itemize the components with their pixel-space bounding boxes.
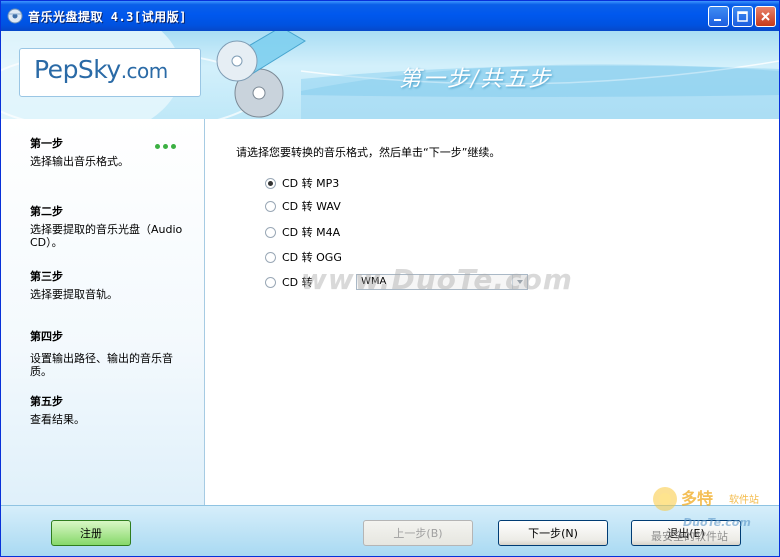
next-step-button[interactable]: 下一步(N) <box>498 520 608 546</box>
step-progress-title: 第一步/共五步 <box>399 67 553 92</box>
step-name: 第三步 <box>30 270 63 283</box>
option-label: CD 转 M4A <box>282 226 341 239</box>
radio-button[interactable] <box>265 200 276 212</box>
close-button[interactable] <box>755 6 776 27</box>
corner-slogan: 最安全的软件站 <box>651 530 728 543</box>
app-window: 音乐光盘提取 4.3[试用版] PepSky.com 第一步/共五步 第一步 选… <box>0 0 780 557</box>
maximize-button[interactable] <box>732 6 753 27</box>
disc-app-icon <box>7 8 23 24</box>
step-description: 设置输出路径、输出的音乐音质。 <box>30 352 173 378</box>
main-content: 请选择您要转换的音乐格式，然后单击“下一步”继续。 CD 转 MP3 CD 转 … <box>205 119 779 505</box>
step-name: 第二步 <box>30 205 63 218</box>
maximize-icon <box>737 11 748 22</box>
format-option-m4a[interactable]: CD 转 M4A <box>265 224 340 240</box>
register-button[interactable]: 注册 <box>51 520 131 546</box>
option-label: CD 转 MP3 <box>282 177 340 190</box>
radio-button[interactable] <box>265 251 276 263</box>
minimize-button[interactable] <box>708 6 729 27</box>
current-step-indicator <box>155 139 179 152</box>
step-description: 选择要提取音轨。 <box>30 288 118 301</box>
radio-button[interactable] <box>265 276 276 288</box>
step-3: 第三步 选择要提取音轨。 <box>30 270 200 301</box>
radio-button[interactable] <box>265 177 276 189</box>
step-name: 第五步 <box>30 395 63 408</box>
step-description: 查看结果。 <box>30 413 85 426</box>
header-banner: PepSky.com 第一步/共五步 <box>1 31 779 119</box>
step-2: 第二步 选择要提取的音乐光盘（Audio CD）。 <box>30 205 200 249</box>
step-5: 第五步 查看结果。 <box>30 395 200 426</box>
window-title: 音乐光盘提取 4.3[试用版] <box>28 10 187 24</box>
close-icon <box>761 12 770 21</box>
steps-sidebar: 第一步 选择输出音乐格式。 第二步 选择要提取的音乐光盘（Audio CD）。 … <box>1 119 205 505</box>
step-name: 第四步 <box>30 330 63 343</box>
radio-button[interactable] <box>265 226 276 238</box>
cd-disc-icon <box>216 31 306 118</box>
format-option-wav[interactable]: CD 转 WAV <box>265 198 341 214</box>
step-description: 选择输出音乐格式。 <box>30 155 129 168</box>
prev-step-button[interactable]: 上一步(B) <box>363 520 473 546</box>
logo-suffix: .com <box>120 59 169 83</box>
corner-sub: 软件站 <box>729 495 759 506</box>
instruction-text: 请选择您要转换的音乐格式，然后单击“下一步”继续。 <box>236 146 501 159</box>
logo-main: PepSky <box>34 55 121 84</box>
step-4: 第四步 设置输出路径、输出的音乐音质。 <box>30 330 200 378</box>
minimize-icon <box>714 19 721 21</box>
watermark-text: www.DuoTe.com <box>301 263 573 296</box>
option-label: CD 转 WAV <box>282 200 341 213</box>
logo: PepSky.com <box>19 48 201 97</box>
title-bar[interactable]: 音乐光盘提取 4.3[试用版] <box>1 1 779 31</box>
step-description: 选择要提取的音乐光盘（Audio CD）。 <box>30 223 183 249</box>
corner-brand: 多特 <box>681 489 714 508</box>
format-option-mp3[interactable]: CD 转 MP3 <box>265 175 339 191</box>
